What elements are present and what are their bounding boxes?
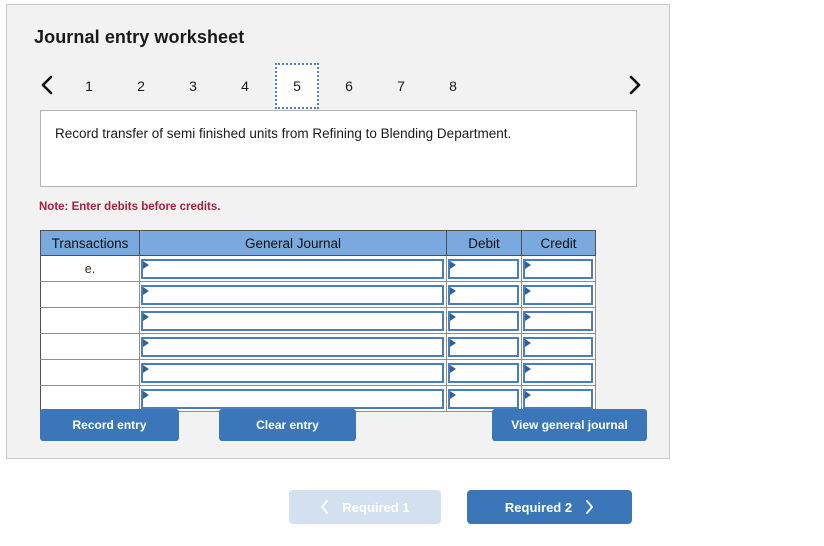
worksheet-tab-5[interactable]: 5 [275, 63, 319, 109]
general-journal-input-3[interactable] [141, 310, 444, 331]
debit-input-3[interactable] [448, 310, 519, 331]
worksheet-tab-1[interactable]: 1 [67, 65, 111, 107]
worksheet-tab-8[interactable]: 8 [431, 65, 475, 107]
dropdown-marker-icon [450, 364, 456, 373]
general-journal-cell[interactable] [139, 333, 447, 360]
general-journal-cell[interactable] [139, 281, 447, 308]
dropdown-marker-icon [525, 312, 531, 321]
chevron-right-icon [628, 74, 642, 96]
credit-input-6[interactable] [523, 388, 593, 409]
dropdown-marker-icon [143, 390, 149, 399]
dropdown-marker-icon [525, 286, 531, 295]
worksheet-pager: 1 2 3 4 5 6 7 8 [29, 63, 649, 109]
credit-input-3[interactable] [523, 310, 593, 331]
debit-input-4[interactable] [448, 336, 519, 357]
debit-cell[interactable] [446, 385, 522, 412]
transaction-label [40, 385, 140, 412]
transaction-label: e. [40, 255, 140, 282]
debit-cell[interactable] [446, 307, 522, 334]
transaction-label [40, 333, 140, 360]
column-header-general-journal: General Journal [139, 230, 447, 256]
pager-prev-button[interactable] [33, 65, 61, 105]
table-header-row: Transactions General Journal Debit Credi… [40, 230, 596, 256]
debit-cell[interactable] [446, 333, 522, 360]
dropdown-marker-icon [143, 312, 149, 321]
credit-input-5[interactable] [523, 362, 593, 383]
credit-input-2[interactable] [523, 284, 593, 305]
dropdown-marker-icon [450, 390, 456, 399]
dropdown-marker-icon [525, 390, 531, 399]
credit-cell[interactable] [521, 333, 596, 360]
required-1-label: Required 1 [342, 499, 410, 515]
table-row [40, 385, 596, 412]
entry-description-box: Record transfer of semi finished units f… [40, 110, 637, 187]
dropdown-marker-icon [143, 364, 149, 373]
transaction-label [40, 359, 140, 386]
view-general-journal-button[interactable]: View general journal [492, 409, 647, 441]
general-journal-cell[interactable] [139, 255, 447, 282]
debit-input-2[interactable] [448, 284, 519, 305]
credit-cell[interactable] [521, 385, 596, 412]
chevron-left-icon [40, 74, 54, 96]
debit-input-6[interactable] [448, 388, 519, 409]
chevron-left-icon [320, 499, 330, 515]
debit-input-1[interactable] [448, 258, 519, 279]
worksheet-tab-4[interactable]: 4 [223, 65, 267, 107]
general-journal-input-1[interactable] [141, 258, 444, 279]
dropdown-marker-icon [525, 338, 531, 347]
general-journal-input-6[interactable] [141, 388, 444, 409]
dropdown-marker-icon [450, 286, 456, 295]
table-row [40, 333, 596, 360]
required-2-button[interactable]: Required 2 [467, 490, 632, 524]
worksheet-tab-2[interactable]: 2 [119, 65, 163, 107]
column-header-transactions: Transactions [40, 230, 140, 256]
table-row [40, 359, 596, 386]
column-header-debit: Debit [446, 230, 522, 256]
table-row: e. [40, 255, 596, 282]
debit-cell[interactable] [446, 255, 522, 282]
dropdown-marker-icon [143, 260, 149, 269]
credit-cell[interactable] [521, 359, 596, 386]
credit-input-4[interactable] [523, 336, 593, 357]
credit-input-1[interactable] [523, 258, 593, 279]
general-journal-input-2[interactable] [141, 284, 444, 305]
general-journal-input-5[interactable] [141, 362, 444, 383]
credit-cell[interactable] [521, 307, 596, 334]
worksheet-tab-7[interactable]: 7 [379, 65, 423, 107]
dropdown-marker-icon [525, 364, 531, 373]
pager-next-button[interactable] [621, 65, 649, 105]
chevron-right-icon [584, 499, 594, 515]
dropdown-marker-icon [143, 338, 149, 347]
debit-cell[interactable] [446, 281, 522, 308]
entry-description-text: Record transfer of semi finished units f… [55, 126, 512, 141]
page-title: Journal entry worksheet [34, 27, 245, 47]
debits-before-credits-note: Note: Enter debits before credits. [39, 201, 221, 213]
worksheet-tab-6[interactable]: 6 [327, 65, 371, 107]
record-entry-button[interactable]: Record entry [40, 409, 179, 441]
table-row [40, 281, 596, 308]
table-row [40, 307, 596, 334]
dropdown-marker-icon [525, 260, 531, 269]
worksheet-tab-3[interactable]: 3 [171, 65, 215, 107]
transaction-label [40, 281, 140, 308]
debit-cell[interactable] [446, 359, 522, 386]
dropdown-marker-icon [450, 260, 456, 269]
general-journal-cell[interactable] [139, 359, 447, 386]
dropdown-marker-icon [450, 338, 456, 347]
general-journal-cell[interactable] [139, 307, 447, 334]
column-header-credit: Credit [521, 230, 596, 256]
clear-entry-button[interactable]: Clear entry [219, 409, 356, 441]
journal-entry-worksheet-card: Journal entry worksheet 1 2 3 4 5 6 7 8 [6, 4, 670, 459]
journal-entry-table: Transactions General Journal Debit Credi… [40, 230, 596, 412]
transaction-label [40, 307, 140, 334]
debit-input-5[interactable] [448, 362, 519, 383]
dropdown-marker-icon [143, 286, 149, 295]
general-journal-cell[interactable] [139, 385, 447, 412]
required-1-button[interactable]: Required 1 [289, 490, 441, 524]
dropdown-marker-icon [450, 312, 456, 321]
credit-cell[interactable] [521, 255, 596, 282]
credit-cell[interactable] [521, 281, 596, 308]
required-2-label: Required 2 [504, 499, 573, 515]
general-journal-input-4[interactable] [141, 336, 444, 357]
